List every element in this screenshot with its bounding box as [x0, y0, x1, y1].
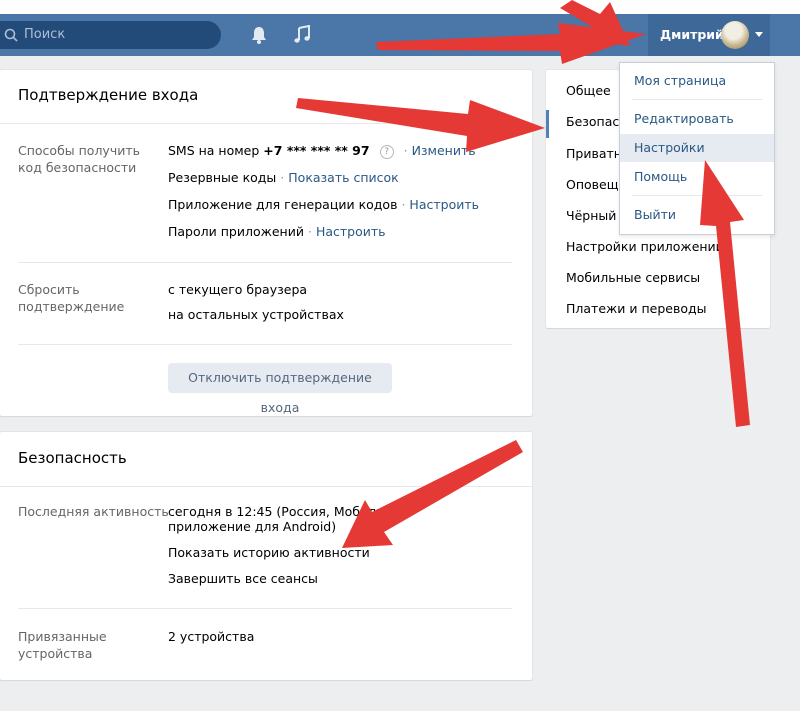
sms-row: SMS на номер +7 *** *** ** 97? · Изменить: [168, 143, 476, 159]
last-activity-label: Последняя активность: [18, 504, 169, 519]
dropdown-item[interactable]: Выйти: [620, 201, 774, 229]
login-confirmation-card: Подтверждение входа Способы получить код…: [0, 70, 532, 416]
app-passwords-label: Пароли приложений: [168, 224, 304, 239]
divider: [0, 123, 532, 124]
app-codes-row: Приложение для генерации кодов · Настроить: [168, 197, 479, 212]
backup-row: Резервные коды · Показать список: [168, 170, 399, 185]
last-activity-line2: приложение для Android): [168, 519, 337, 534]
user-name: Дмитрий: [660, 27, 724, 42]
search-input[interactable]: Поиск: [0, 21, 221, 49]
devices-link[interactable]: 2 устройства: [168, 628, 254, 645]
backup-show-link[interactable]: Показать список: [288, 170, 398, 185]
app-codes-setup-link[interactable]: Настроить: [409, 197, 479, 212]
app-passwords-setup-link[interactable]: Настроить: [316, 224, 386, 239]
dropdown-item[interactable]: Редактировать: [620, 105, 774, 133]
end-sessions-link[interactable]: Завершить все сеансы: [168, 570, 318, 587]
reset-current-link[interactable]: с текущего браузера: [168, 281, 307, 298]
app-passwords-row: Пароли приложений · Настроить: [168, 224, 386, 239]
settings-menu-item[interactable]: Платежи и переводы: [566, 301, 707, 316]
methods-label: Способы получить код безопасности: [18, 143, 140, 175]
devices-label: Привязанные устройства: [18, 629, 107, 661]
top-strip: [0, 0, 800, 14]
divider: [632, 99, 762, 100]
divider: [0, 486, 532, 487]
music-icon[interactable]: [292, 25, 312, 45]
avatar: [721, 21, 749, 49]
top-header: Поиск Дмитрий: [0, 14, 800, 56]
card-title: Безопасность: [18, 449, 127, 467]
reset-other-link[interactable]: на остальных устройствах: [168, 306, 344, 323]
divider: [18, 608, 512, 609]
divider: [632, 195, 762, 196]
reset-label: Сбросить подтверждение: [18, 282, 125, 314]
app-codes-label: Приложение для генерации кодов: [168, 197, 398, 212]
divider: [18, 262, 512, 263]
sms-prefix: SMS на номер: [168, 143, 264, 158]
security-card: Безопасность Последняя активность сегодн…: [0, 432, 532, 680]
search-icon: [4, 28, 18, 42]
chevron-down-icon: [755, 32, 763, 37]
settings-menu-item[interactable]: Общее: [566, 83, 611, 98]
disable-confirmation-button[interactable]: Отключить подтверждение входа: [168, 363, 392, 415]
user-menu-button[interactable]: Дмитрий: [648, 14, 770, 56]
settings-menu-item[interactable]: Мобильные сервисы: [566, 270, 700, 285]
user-dropdown: Моя страница Редактировать Настройки Пом…: [619, 62, 775, 235]
card-title: Подтверждение входа: [18, 86, 199, 104]
sms-number: +7 *** *** ** 97: [263, 143, 370, 158]
dropdown-item-settings[interactable]: Настройки: [620, 134, 774, 162]
sms-change-link[interactable]: Изменить: [412, 143, 476, 158]
backup-codes-label: Резервные коды: [168, 170, 277, 185]
dropdown-item[interactable]: Помощь: [620, 163, 774, 191]
show-history-link[interactable]: Показать историю активности: [168, 544, 370, 561]
search-placeholder: Поиск: [24, 27, 66, 42]
dropdown-item[interactable]: Моя страница: [620, 67, 774, 95]
divider: [18, 344, 512, 345]
active-indicator: [546, 110, 549, 138]
bell-icon[interactable]: [249, 25, 269, 45]
settings-menu-item[interactable]: Настройки приложений: [566, 239, 724, 254]
help-icon[interactable]: ?: [379, 144, 394, 159]
